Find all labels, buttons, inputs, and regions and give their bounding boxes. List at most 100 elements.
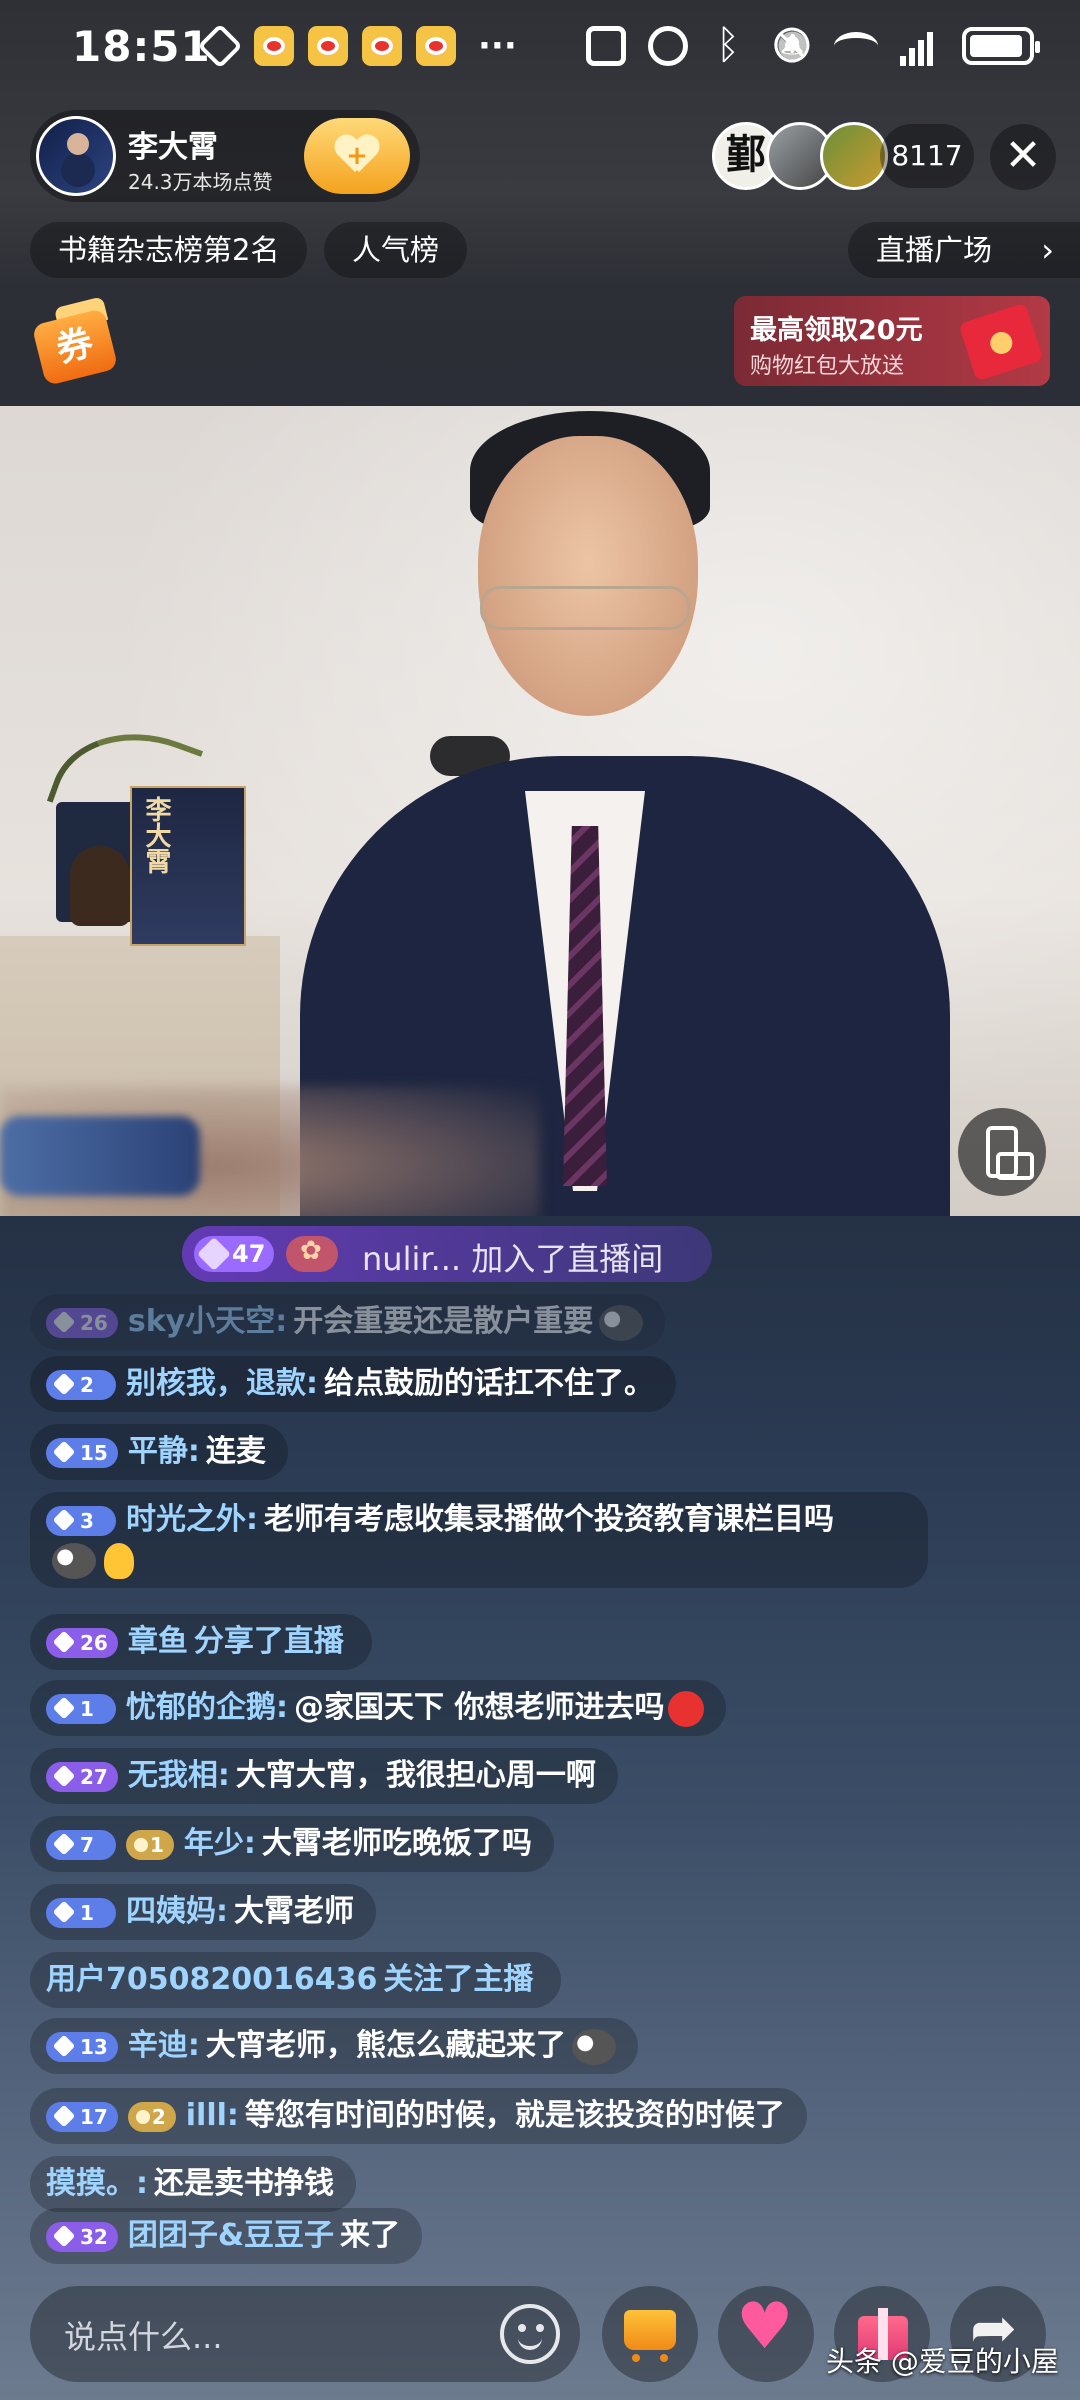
- chat-username[interactable]: 年少:: [184, 1826, 256, 1861]
- chat-text: 分享了直播: [193, 1624, 344, 1659]
- chat-text: 给点鼓励的话扛不住了。: [324, 1366, 654, 1401]
- mascot-emoji-icon: [599, 1304, 644, 1341]
- chat-text: 大霄老师: [234, 1894, 354, 1929]
- level-badge: 17: [46, 2101, 118, 2132]
- plus-icon: +: [346, 141, 368, 171]
- viewer-count[interactable]: 8117: [880, 124, 974, 188]
- emoji-icon[interactable]: [500, 2304, 560, 2364]
- chat-message[interactable]: 13 辛迪: 大宵老师，熊怎么藏起来了: [30, 2018, 638, 2074]
- weibo-icon: [254, 26, 294, 66]
- level-badge: 26: [46, 1627, 118, 1658]
- level-badge: 26: [46, 1307, 118, 1338]
- chat-username[interactable]: 时光之外:: [126, 1502, 258, 1537]
- popularity-tag[interactable]: 人气榜: [324, 222, 468, 278]
- link-icon: [197, 23, 243, 69]
- status-time: 18:51: [72, 22, 211, 71]
- chat-message[interactable]: 3 时光之外: 老师有考虑收集录播做个投资教育课栏目吗: [30, 1492, 928, 1588]
- chat-text: 大宵大宵，我很担心周一啊: [235, 1758, 596, 1793]
- bluetooth-icon: [710, 22, 750, 68]
- chat-message[interactable]: 26 sky小天空: 开会重要还是散户重要: [30, 1294, 666, 1350]
- battery-icon: [962, 27, 1040, 65]
- close-button[interactable]: ✕: [990, 124, 1056, 190]
- fan-badge: 2: [127, 2101, 176, 2132]
- chat-text: 来了: [340, 2218, 401, 2253]
- shopping-cart-button[interactable]: [602, 2286, 698, 2382]
- status-bar: 18:51 ···: [0, 0, 1080, 100]
- mascot-emoji-icon: [52, 1542, 96, 1579]
- chat-message[interactable]: 7 1 年少: 大霄老师吃晚饭了吗: [30, 1816, 554, 1872]
- host-glasses: [480, 586, 690, 630]
- rotate-screen-button[interactable]: [958, 1108, 1046, 1196]
- coupon-label: 券: [31, 307, 119, 387]
- comment-placeholder: 说点什么...: [64, 2318, 223, 2356]
- chat-text: 大霄老师吃晚饭了吗: [261, 1826, 532, 1861]
- book-title: 李大霄: [141, 796, 171, 874]
- chat-username[interactable]: 用户7050820016436: [46, 1962, 377, 1997]
- comment-input[interactable]: 说点什么...: [30, 2286, 580, 2382]
- level-badge: 1: [46, 1897, 116, 1928]
- book-cover: 李大霄: [130, 786, 246, 946]
- live-plaza-button[interactable]: 直播广场 ›: [848, 222, 1080, 278]
- red-packet-title: 最高领取20元: [750, 315, 923, 346]
- live-video[interactable]: 李大霄: [0, 406, 1080, 1216]
- red-packet-subtitle: 购物红包大放送: [750, 354, 905, 379]
- weibo-icon: [416, 26, 456, 66]
- chat-username[interactable]: 平静:: [128, 1434, 200, 1469]
- chat-username[interactable]: 团团子&豆豆子: [128, 2218, 334, 2253]
- host-face: [478, 436, 698, 716]
- chat-username[interactable]: sky小天空:: [128, 1304, 287, 1339]
- join-text: nulir... 加入了直播间: [362, 1240, 664, 1278]
- chat-username[interactable]: 摸摸。:: [46, 2166, 148, 2201]
- rank-tag[interactable]: 书籍杂志榜第2名: [30, 222, 308, 278]
- signal-icon: [900, 26, 940, 66]
- chat-message[interactable]: 1 忧郁的企鹅: @家国天下 你想老师进去吗: [30, 1680, 727, 1736]
- chat-text: 关注了主播: [383, 1962, 534, 1997]
- chat-username[interactable]: 四姨妈:: [126, 1894, 228, 1929]
- chat-message[interactable]: 17 2 illl: 等您有时间的时候，就是该投资的时候了: [30, 2088, 807, 2144]
- host-info[interactable]: 李大霄 24.3万本场点赞 +: [30, 110, 420, 202]
- chat-message[interactable]: 32 团团子&豆豆子 来了: [30, 2208, 423, 2264]
- chat-text: 等您有时间的时候，就是该投资的时候了: [244, 2098, 785, 2133]
- chat-message[interactable]: 1 四姨妈: 大霄老师: [30, 1884, 376, 1940]
- host-name: 李大霄: [128, 130, 218, 165]
- chat-username[interactable]: 章鱼: [128, 1624, 188, 1659]
- red-packet-banner[interactable]: 最高领取20元 购物红包大放送: [734, 296, 1050, 386]
- alarm-icon: [648, 26, 688, 66]
- chat-message[interactable]: 26 章鱼 分享了直播: [30, 1614, 372, 1670]
- level-badge: 13: [46, 2031, 118, 2062]
- chat-username[interactable]: 辛迪:: [128, 2028, 200, 2063]
- level-badge: 7: [46, 1829, 116, 1860]
- chat-message[interactable]: 27 无我相: 大宵大宵，我很担心周一啊: [30, 1748, 618, 1804]
- like-button[interactable]: [718, 2286, 814, 2382]
- system-icons: [586, 22, 1040, 68]
- follow-button[interactable]: +: [304, 118, 410, 194]
- level-badge: 47: [194, 1236, 274, 1272]
- chat-text: 连麦: [205, 1434, 266, 1469]
- chat-username[interactable]: 别核我，退款:: [126, 1366, 318, 1401]
- chat-message[interactable]: 摸摸。: 还是卖书挣钱: [30, 2156, 356, 2212]
- chat-message[interactable]: 2 别核我，退款: 给点鼓励的话扛不住了。: [30, 1356, 676, 1412]
- nfc-icon: [586, 26, 626, 66]
- level-badge: 32: [46, 2221, 118, 2252]
- level-badge: 27: [46, 1761, 118, 1792]
- chat-username[interactable]: 无我相:: [128, 1758, 230, 1793]
- level-badge: 3: [46, 1505, 116, 1536]
- phone: [0, 1116, 200, 1196]
- red-envelope-icon: [958, 302, 1044, 382]
- viewer-avatar[interactable]: [820, 122, 888, 190]
- angry-emoji-icon: [668, 1690, 705, 1727]
- wifi-icon: [834, 32, 878, 60]
- notification-icons: ···: [197, 23, 517, 69]
- weibo-icon: [362, 26, 402, 66]
- level-badge: 15: [46, 1437, 118, 1468]
- chat-message[interactable]: 15 平静: 连麦: [30, 1424, 288, 1480]
- chat-username[interactable]: 忧郁的企鹅:: [126, 1690, 288, 1725]
- chevron-right-icon: ›: [1041, 231, 1054, 269]
- chat-message[interactable]: 用户7050820016436 关注了主播: [30, 1952, 562, 2008]
- host-likes: 24.3万本场点赞: [128, 170, 273, 194]
- coupon-icon[interactable]: 券: [31, 296, 119, 387]
- chat-username[interactable]: illl:: [186, 2098, 239, 2133]
- top-viewers[interactable]: 鄞: [712, 122, 888, 190]
- host-avatar[interactable]: [36, 116, 116, 196]
- mute-icon: [772, 26, 812, 66]
